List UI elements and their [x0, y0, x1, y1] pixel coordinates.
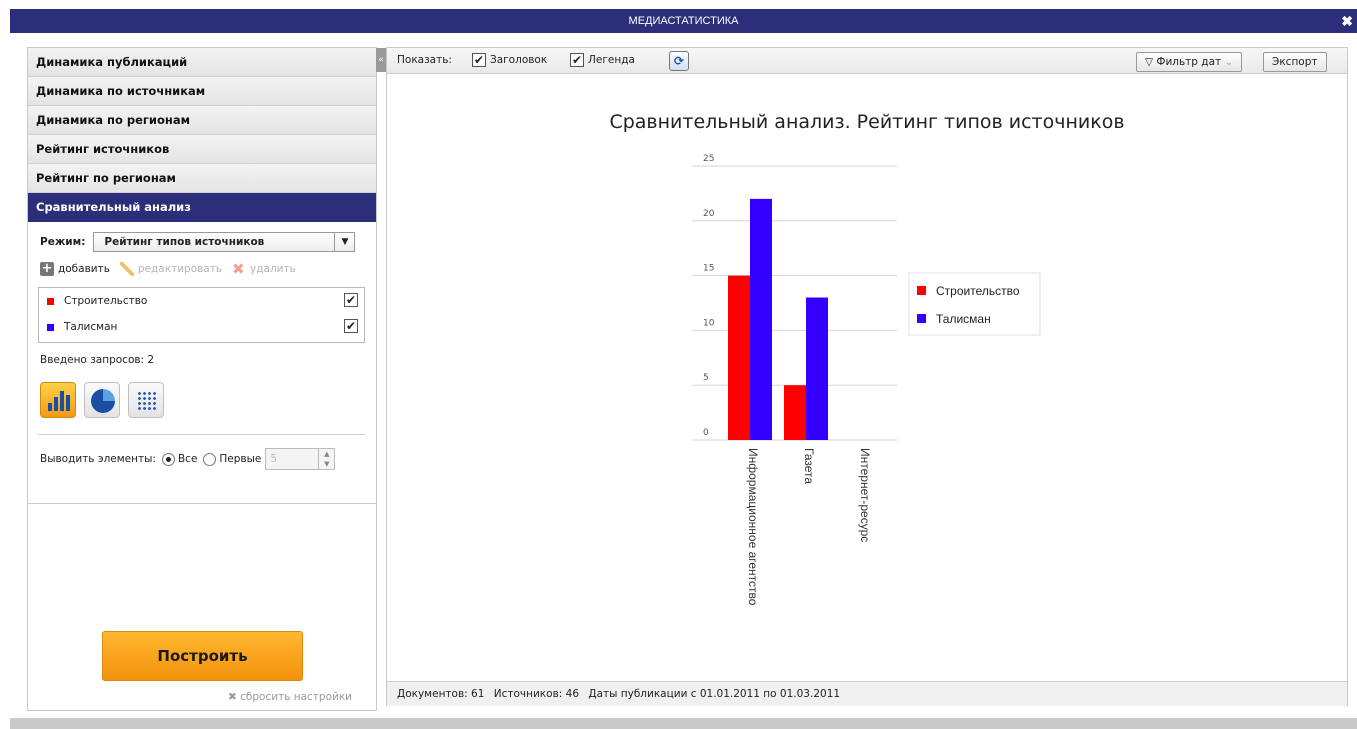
collapse-panel-handle[interactable]: «	[376, 48, 386, 72]
mode-select[interactable]: Рейтинг типов источников ▼	[93, 232, 356, 252]
y-tick-label: 0	[703, 428, 709, 438]
sidebar-item-region-rating[interactable]: Рейтинг по регионам	[28, 164, 376, 193]
query-checkbox[interactable]: ✔	[344, 293, 358, 307]
queries-count: Введено запросов: 2	[40, 354, 155, 366]
show-label: Показать:	[397, 54, 452, 66]
title-toggle[interactable]: ✔ Заголовок	[472, 53, 547, 67]
table-type-button[interactable]	[128, 382, 164, 418]
delete-query-button[interactable]: ✖ удалить	[232, 260, 296, 278]
sidebar-item-source-rating[interactable]: Рейтинг источников	[28, 135, 376, 164]
y-tick-label: 15	[703, 264, 714, 274]
bar-chart: Сравнительный анализ. Рейтинг типов исто…	[609, 111, 1124, 606]
legend-label: Строительство	[936, 284, 1020, 298]
build-button[interactable]: Построить	[102, 631, 303, 681]
delete-label: удалить	[250, 263, 296, 275]
pie-chart-type-button[interactable]	[84, 382, 120, 418]
legend-toggle[interactable]: ✔ Легенда	[570, 53, 635, 67]
query-checkbox[interactable]: ✔	[344, 319, 358, 333]
first-count-stepper[interactable]: 5 ▲ ▼	[265, 448, 336, 470]
legend-swatch	[917, 286, 926, 295]
y-tick-label: 10	[703, 318, 715, 328]
window-titlebar: МЕДИАСТАТИСТИКА ✖	[10, 9, 1357, 33]
mode-row: Режим: Рейтинг типов источников ▼	[40, 232, 356, 252]
y-tick-label: 5	[703, 373, 709, 383]
sidebar-item-region-dynamics[interactable]: Динамика по регионам	[28, 106, 376, 135]
chevron-down-icon[interactable]: ▼	[334, 233, 354, 251]
publication-dates: Даты публикации с 01.01.2011 по 01.03.20…	[588, 688, 841, 700]
documents-count: Документов: 61	[397, 688, 485, 700]
first-count-value: 5	[270, 453, 278, 465]
series-color-swatch	[47, 323, 54, 331]
export-button[interactable]: Экспорт	[1263, 52, 1327, 72]
status-bar: Документов: 61 Источников: 46 Даты публи…	[387, 681, 1347, 706]
output-label: Выводить элементы:	[40, 453, 156, 465]
add-label: добавить	[58, 263, 110, 275]
legend-checkbox-label: Легенда	[588, 54, 635, 66]
edit-query-button[interactable]: редактировать	[119, 262, 223, 276]
x-tick-label: Информационное агентство	[746, 448, 760, 606]
output-first-label: Первые	[219, 453, 262, 465]
output-all-label: Все	[177, 453, 198, 465]
legend-label: Талисман	[936, 312, 991, 326]
bar	[806, 297, 828, 440]
sidebar-item-source-dynamics[interactable]: Динамика по источникам	[28, 77, 376, 106]
chevron-down-icon: ⌄	[1221, 56, 1234, 68]
x-tick-label: Интернет-ресурс	[858, 448, 872, 542]
query-name: Строительство	[64, 295, 148, 307]
list-item: Строительство ✔	[39, 288, 364, 314]
close-icon[interactable]: ✖	[1341, 9, 1353, 33]
show-label-wrap: Показать:	[397, 54, 452, 66]
output-all-radio[interactable]	[161, 452, 175, 466]
bar	[750, 198, 772, 440]
date-filter-button[interactable]: ▽ Фильтр дат ⌄	[1136, 52, 1243, 72]
legend-swatch	[917, 314, 926, 323]
title-checkbox[interactable]: ✔	[472, 53, 486, 67]
query-name: Талисман	[64, 321, 118, 333]
output-elements-row: Выводить элементы: Все Первые 5 ▲ ▼	[40, 448, 336, 470]
pie-chart-icon	[91, 389, 115, 413]
sidebar-item-publication-dynamics[interactable]: Динамика публикаций	[28, 48, 376, 77]
add-query-button[interactable]: + добавить	[40, 262, 110, 276]
refresh-icon[interactable]: ⟳	[669, 51, 689, 71]
comparative-settings: Режим: Рейтинг типов источников ▼ + доба…	[28, 222, 376, 504]
list-item: Талисман ✔	[39, 314, 364, 340]
bar-chart-type-button[interactable]	[40, 382, 76, 418]
filter-icon: ▽	[1145, 56, 1157, 68]
pencil-icon	[119, 262, 134, 276]
close-icon: ✖	[228, 691, 241, 703]
sidebar-item-comparative-analysis[interactable]: Сравнительный анализ	[28, 193, 376, 222]
output-first-radio[interactable]	[203, 452, 217, 466]
chart-type-selector	[40, 382, 172, 418]
bar	[784, 385, 806, 440]
sources-count: Источников: 46	[493, 688, 580, 700]
window-bottom-bar	[10, 718, 1357, 729]
bar	[728, 275, 750, 440]
reset-settings-link[interactable]: ✖ сбросить настройки	[228, 691, 352, 703]
mode-value: Рейтинг типов источников	[104, 236, 265, 248]
mode-label: Режим:	[40, 236, 86, 248]
window-title: МЕДИАСТАТИСТИКА	[628, 15, 739, 27]
title-checkbox-label: Заголовок	[490, 54, 548, 66]
plus-icon: +	[40, 261, 54, 276]
stepper-arrows-icon[interactable]: ▲ ▼	[318, 449, 334, 469]
delete-icon: ✖	[232, 260, 245, 278]
date-filter-label: Фильтр дат	[1156, 56, 1222, 68]
x-tick-label: Газета	[802, 448, 816, 484]
edit-label: редактировать	[137, 263, 223, 275]
left-panel: Динамика публикаций Динамика по источник…	[27, 47, 377, 711]
chart-toolbar: Показать: ✔ Заголовок ✔ Легенда ⟳ ▽ Филь…	[387, 48, 1347, 74]
series-color-swatch	[47, 297, 54, 305]
reset-label: сбросить настройки	[240, 691, 352, 703]
y-tick-label: 25	[703, 154, 714, 164]
legend-checkbox[interactable]: ✔	[570, 53, 584, 67]
query-list: Строительство ✔ Талисман ✔	[38, 287, 365, 343]
chart-title: Сравнительный анализ. Рейтинг типов исто…	[609, 111, 1124, 133]
query-actions: + добавить редактировать ✖ удалить	[40, 260, 306, 278]
main-panel: Показать: ✔ Заголовок ✔ Легенда ⟳ ▽ Филь…	[386, 47, 1348, 706]
y-tick-label: 20	[703, 209, 715, 219]
grid-icon	[137, 391, 157, 411]
divider	[38, 434, 365, 435]
